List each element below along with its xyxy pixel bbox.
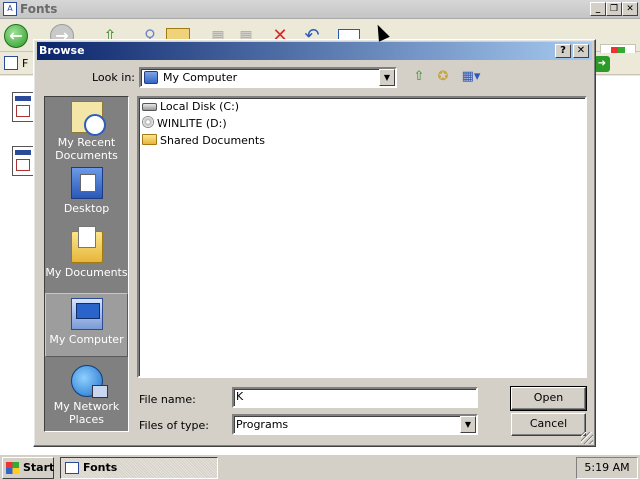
file-name-input[interactable]: K [232,387,478,408]
dialog-close-button[interactable]: ✕ [573,44,589,58]
my-computer-icon [144,71,158,84]
place-label: My Documents [45,266,128,279]
view-menu-icon[interactable]: ▦▾ [459,68,483,86]
look-in-value: My Computer [163,71,238,84]
fonts-window-titlebar[interactable]: A Fonts _ ❐ ✕ [0,0,640,19]
files-of-type-label: Files of type: [139,419,210,432]
list-item[interactable]: WINLITE (D:) [142,116,227,132]
windows-flag-icon [6,462,19,474]
browse-dialog-title: Browse [39,44,85,57]
system-clock[interactable]: 5:19 AM [576,457,638,479]
font-file-icon[interactable] [12,92,34,122]
cancel-button[interactable]: Cancel [511,413,586,436]
place-my-documents[interactable]: My Documents [45,226,128,279]
place-label: My Recent Documents [55,136,118,162]
list-item[interactable]: Local Disk (C:) [142,99,239,115]
open-button[interactable]: Open [510,386,587,411]
file-list[interactable]: Local Disk (C:) WINLITE (D:) Shared Docu… [137,96,587,378]
look-in-dropdown[interactable]: My Computer ▼ [139,67,397,88]
browse-dialog: Browse ? ✕ Look in: My Computer ▼ ⇧ ✪ ▦▾… [33,39,596,447]
help-button[interactable]: ? [555,44,571,58]
fonts-folder-icon [65,462,79,474]
fonts-window-title: Fonts [20,2,58,16]
place-my-computer[interactable]: My Computer [45,293,128,357]
my-computer-icon [70,298,103,330]
place-my-recent-documents[interactable]: My Recent Documents [45,101,128,162]
font-file-icon[interactable] [12,146,34,176]
place-label: Desktop [63,202,110,215]
place-my-network-places[interactable]: My Network Places [45,365,128,426]
files-of-type-value: Programs [236,418,289,431]
taskbar-item-fonts[interactable]: Fonts [60,457,218,479]
minimize-button[interactable]: _ [590,2,606,16]
address-text: F [22,57,29,70]
back-icon[interactable]: ← [4,24,28,48]
file-name-label: File name: [139,393,196,406]
close-button[interactable]: ✕ [622,2,638,16]
place-label: My Network Places [53,400,120,426]
start-label: Start [23,461,55,474]
my-documents-icon [70,226,103,263]
look-in-label: Look in: [92,71,135,84]
files-of-type-dropdown[interactable]: Programs ▼ [232,414,478,435]
places-bar: My Recent Documents Desktop My Documents… [44,96,129,432]
list-item-label: Shared Documents [160,134,265,147]
resize-grip[interactable] [581,432,593,444]
go-icon[interactable]: ➜ [594,56,610,72]
place-desktop[interactable]: Desktop [45,167,128,215]
up-one-level-icon[interactable]: ⇧ [409,68,429,86]
taskbar: Start Fonts 5:19 AM [0,454,640,480]
hard-disk-icon [142,103,157,111]
place-label: My Computer [49,333,124,346]
recent-documents-icon [70,101,106,136]
start-button[interactable]: Start [2,457,54,479]
cd-drive-icon [142,116,154,128]
list-item[interactable]: Shared Documents [142,133,265,149]
network-places-icon [70,365,108,398]
restore-button[interactable]: ❐ [606,2,622,16]
desktop-icon [70,167,103,199]
list-item-label: Local Disk (C:) [160,100,240,113]
folder-icon [142,134,157,145]
fonts-folder-icon: A [3,2,17,16]
chevron-down-icon[interactable]: ▼ [379,69,395,86]
taskbar-item-label: Fonts [83,461,118,474]
chevron-down-icon[interactable]: ▼ [460,416,476,433]
browse-dialog-titlebar[interactable]: Browse [37,42,592,60]
address-folder-icon [4,56,18,70]
create-new-folder-icon[interactable]: ✪ [433,68,453,86]
list-item-label: WINLITE (D:) [157,117,227,130]
